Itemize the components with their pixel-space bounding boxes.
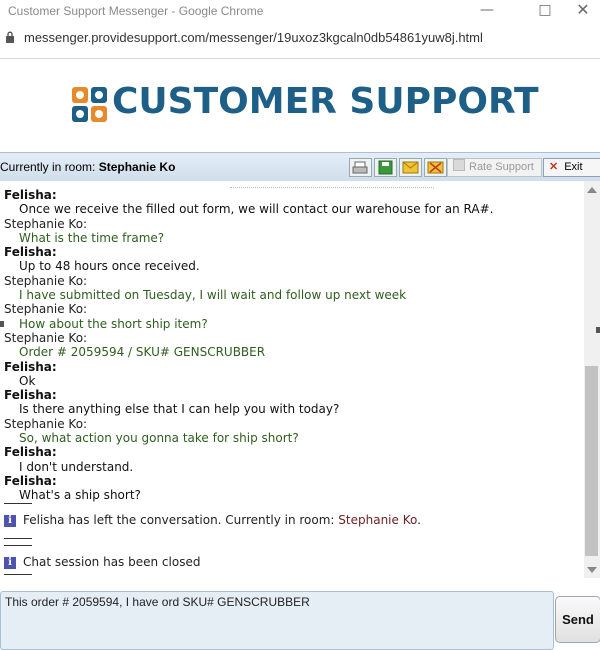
message-sender: Felisha: [4, 245, 57, 260]
message-sender: Stephanie Ko: [4, 416, 88, 431]
message-text: What is the time frame? [19, 230, 165, 245]
chat-message: Felisha: Up to 48 hours once received. [0, 245, 584, 274]
chat-message: Felisha: What's a ship short? [0, 474, 584, 503]
message-text: I have submitted on Tuesday, I will wait… [19, 288, 407, 303]
resize-handle[interactable] [596, 327, 600, 333]
lock-icon [6, 31, 14, 43]
exit-button[interactable]: ✕ Exit [543, 158, 600, 177]
room-name: Stephanie Ko [98, 160, 176, 174]
chat-message: Stephanie Ko: Order # 2059594 / SKU# GENS… [0, 331, 584, 360]
message-sender: Felisha: [4, 445, 57, 460]
message-text: How about the short ship item? [19, 316, 208, 331]
chat-message: Stephanie Ko: I have submitted on Tuesday… [0, 274, 584, 303]
resize-handle[interactable] [0, 321, 4, 327]
system-text: has left the conversation. Currently in … [64, 513, 339, 528]
separator [4, 537, 32, 545]
save-icon[interactable] [374, 158, 397, 177]
message-input-value[interactable]: This order # 2059594, I have ord SKU# GE… [5, 595, 310, 609]
maximize-icon[interactable]: □ [528, 0, 562, 22]
sound-icon[interactable] [424, 158, 447, 177]
exit-label: Exit [564, 161, 583, 173]
message-sender: Felisha: [4, 359, 57, 374]
message-sender: Felisha: [4, 473, 57, 488]
chat-message: Stephanie Ko: How about the short ship it… [0, 302, 584, 331]
message-text: What's a ship short? [19, 488, 141, 503]
address-url[interactable]: messenger.providesupport.com/messenger/1… [24, 30, 483, 45]
minimize-icon[interactable]: — [470, 0, 504, 22]
message-sender: Stephanie Ko: [4, 216, 88, 231]
message-text: I don't understand. [19, 459, 134, 474]
system-sender: Felisha [23, 513, 65, 528]
system-punct: . [417, 513, 421, 528]
system-closed-text: Chat session has been closed [23, 555, 201, 570]
chat-transcript[interactable]: Felisha: Once we receive the filled out f… [0, 181, 584, 578]
separator [4, 573, 32, 578]
chat-message: Stephanie Ko: What is the time frame? [0, 217, 584, 246]
logo-text: CUSTOMER SUPPORT [112, 81, 539, 122]
rate-icon [453, 159, 465, 171]
room-status: Currently in room: Stephanie Ko [0, 160, 175, 174]
chat-message: Stephanie Ko: So, what action you gonna t… [0, 417, 584, 446]
chat-scrollbar[interactable] [584, 181, 600, 578]
separator [4, 544, 32, 552]
message-input[interactable]: This order # 2059594, I have ord SKU# GE… [0, 591, 554, 650]
message-sender: Felisha: [4, 188, 57, 202]
room-toolbar: Currently in room: Stephanie Ko Rate Sup… [0, 152, 600, 182]
chat-message: Felisha: Ok [0, 360, 584, 389]
system-message-closed: i Chat session has been closed [0, 552, 584, 574]
scroll-up-icon[interactable] [587, 187, 597, 193]
message-sender: Stephanie Ko: [4, 302, 88, 317]
exit-icon: ✕ [549, 161, 559, 173]
message-text: Up to 48 hours once received. [19, 259, 200, 274]
chat-message: Felisha: Is there anything else that I ca… [0, 388, 584, 417]
message-sender: Stephanie Ko: [4, 273, 88, 288]
message-text: Once we receive the filled out form, we … [19, 202, 494, 217]
chat-message: Felisha: Once we receive the filled out f… [0, 188, 584, 217]
print-icon[interactable] [349, 158, 372, 177]
message-text: So, what action you gonna take for ship … [19, 431, 299, 446]
send-button[interactable]: Send [555, 596, 600, 643]
system-message: i Felisha has left the conversation. Cur… [0, 510, 584, 532]
separator [4, 502, 32, 510]
window-titlebar: Customer Support Messenger - Google Chro… [0, 0, 600, 22]
close-icon[interactable]: ✕ [566, 0, 600, 22]
message-text: Ok [19, 373, 36, 388]
room-label: Currently in room: [0, 160, 96, 174]
scroll-down-icon[interactable] [587, 567, 597, 573]
email-icon[interactable] [399, 158, 422, 177]
system-room: Stephanie Ko [338, 513, 418, 528]
chat-message: Felisha: I don't understand. [0, 445, 584, 474]
message-sender: Stephanie Ko: [4, 330, 88, 345]
scroll-thumb[interactable] [585, 366, 598, 556]
brand-header: CUSTOMER SUPPORT [0, 58, 600, 152]
message-sender: Felisha: [4, 388, 57, 403]
message-text: Is there anything else that I can help y… [19, 402, 340, 417]
support-logo-icon [72, 87, 107, 122]
rate-support-label: Rate Support [469, 161, 534, 173]
info-icon: i [4, 556, 16, 569]
window-title: Customer Support Messenger - Google Chro… [8, 4, 264, 18]
message-text: Order # 2059594 / SKU# GENSCRUBBER [19, 345, 266, 360]
info-icon: i [4, 514, 16, 527]
rate-support-button[interactable]: Rate Support [447, 158, 542, 177]
address-bar[interactable]: messenger.providesupport.com/messenger/1… [0, 27, 600, 49]
